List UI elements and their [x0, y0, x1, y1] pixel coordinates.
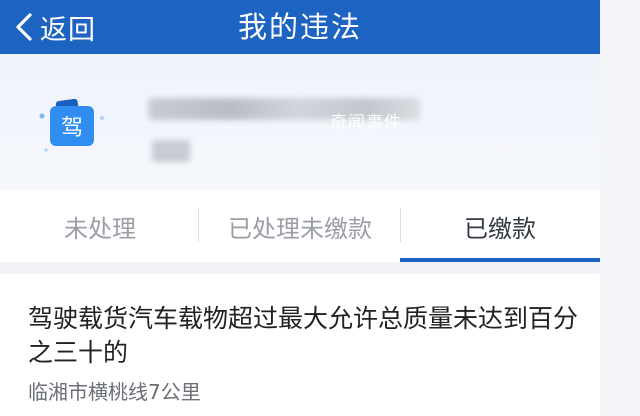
section-gap — [0, 262, 600, 274]
user-id-redacted — [152, 140, 190, 162]
tab-divider — [198, 208, 199, 242]
tab-processed-unpaid[interactable]: 已处理未缴款 — [200, 190, 400, 262]
violation-location: 临湘市横桃线7公里 — [28, 380, 201, 404]
watermark: 奇闻事件 — [330, 113, 402, 133]
tab-unprocessed[interactable]: 未处理 — [0, 190, 200, 262]
status-tabs: 未处理 已处理未缴款 已缴款 — [0, 190, 600, 262]
app-bar: 返回 我的违法 — [0, 0, 600, 54]
tab-divider — [400, 208, 401, 242]
page-title: 我的违法 — [237, 10, 362, 44]
driver-license-icon: 驾 — [39, 98, 104, 152]
violation-title: 驾驶载货汽车载物超过最大允许总质量未达到百分之三十的 — [28, 304, 579, 367]
user-info-section: 驾 奇闻事件 — [0, 54, 600, 190]
right-edge-strip — [600, 0, 640, 416]
violation-record[interactable]: 驾驶载货汽车载物超过最大允许总质量未达到百分之三十的 临湘市横桃线7公里 — [0, 274, 600, 416]
badge-character: 驾 — [61, 116, 83, 141]
tab-paid[interactable]: 已缴款 — [400, 190, 600, 262]
